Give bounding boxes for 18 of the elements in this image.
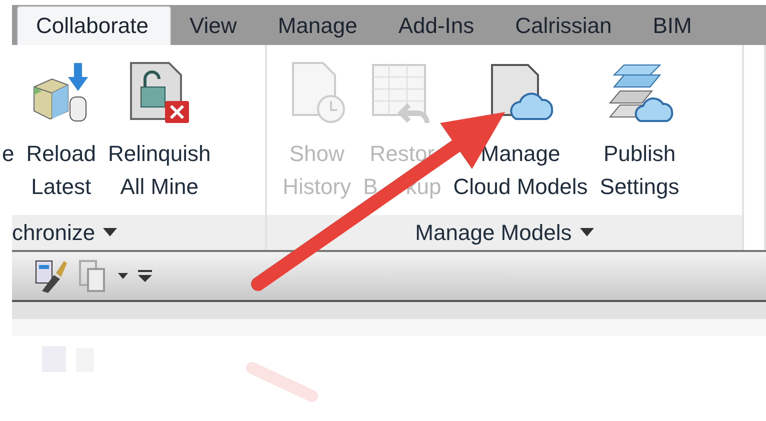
ribbon-tab[interactable]: Calrissian bbox=[496, 6, 634, 45]
ribbon-tab[interactable]: Add-Ins bbox=[379, 6, 496, 45]
ribbon-button[interactable]: Publish Settings bbox=[598, 57, 682, 203]
paint-brush-icon[interactable] bbox=[34, 259, 68, 293]
panel-title: chronize bbox=[12, 220, 96, 246]
dropdown-caret-icon[interactable] bbox=[580, 228, 594, 237]
ribbon-button[interactable]: Reload Latest bbox=[24, 57, 98, 203]
overflow-icon[interactable] bbox=[138, 270, 152, 282]
ribbon-tab[interactable]: Collaborate bbox=[17, 6, 171, 45]
dropdown-caret-icon[interactable] bbox=[103, 228, 118, 237]
ribbon-button[interactable]: e bbox=[0, 57, 16, 170]
ribbon-tab[interactable]: Manage bbox=[258, 6, 380, 45]
unlocked-document-icon bbox=[127, 61, 192, 125]
panel-title: Manage Models bbox=[415, 220, 572, 246]
ribbon-tab[interactable]: View bbox=[170, 6, 259, 45]
ribbon-button[interactable]: Relinquish All Mine bbox=[106, 57, 213, 203]
dropdown-caret-icon[interactable] bbox=[118, 273, 128, 279]
ribbon-tab[interactable]: BIM bbox=[634, 6, 714, 45]
